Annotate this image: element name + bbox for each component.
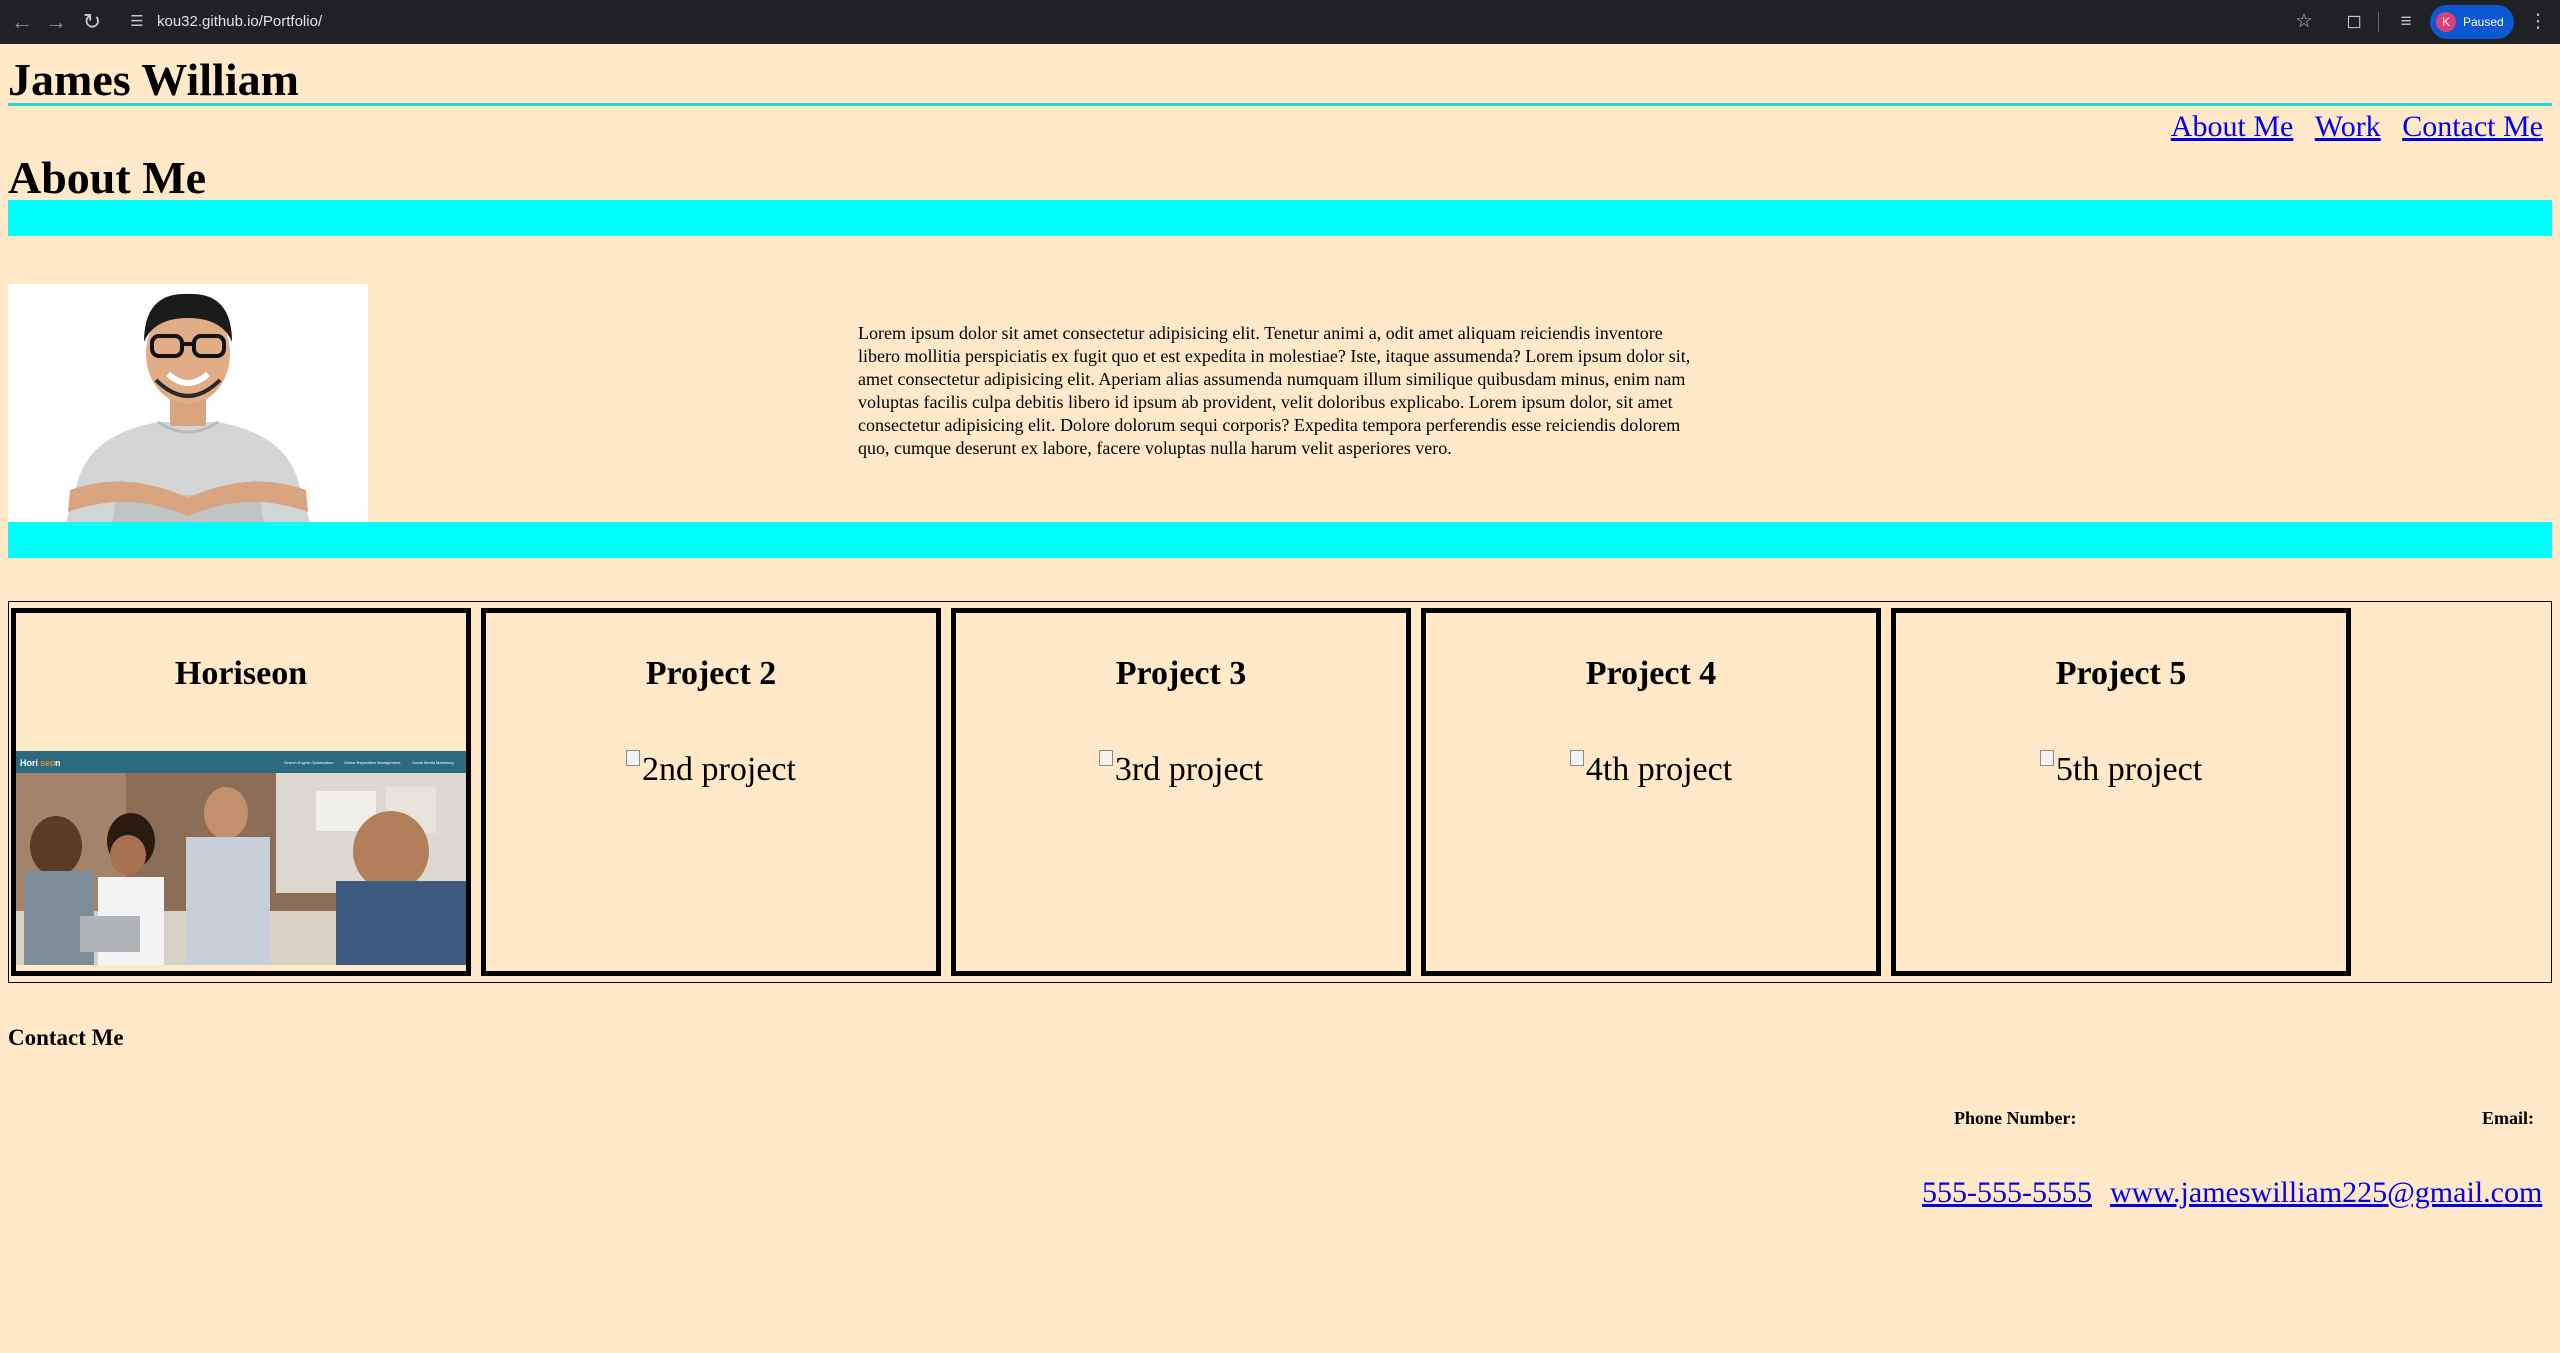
phone-link[interactable]: 555-555-5555 — [1922, 1172, 2092, 1214]
toolbar-divider — [2378, 12, 2379, 32]
nav-link-work[interactable]: Work — [2315, 110, 2381, 143]
project-image-broken[interactable]: 3rd project — [956, 749, 1406, 791]
broken-image-icon — [1569, 750, 1584, 766]
contact-heading: Contact Me — [8, 1025, 124, 1050]
horiseon-logo-b: seo — [40, 758, 56, 768]
tab-search-icon[interactable]: ≡ — [2392, 8, 2420, 36]
email-link[interactable]: www.jameswilliam225@gmail.com — [2110, 1172, 2542, 1214]
horiseon-nav-smm: Social Media Marketing — [412, 760, 454, 765]
back-arrow-icon[interactable]: ← — [8, 8, 36, 36]
horiseon-logo-a: Hori — [20, 758, 38, 768]
extensions-icon[interactable]: ◻ — [2340, 8, 2368, 36]
project-image-broken[interactable]: 2nd project — [486, 749, 936, 791]
project-image-alt: 4th project — [1585, 751, 1733, 788]
projects-grid: Horiseon Hori seo n Search Engine Optimi… — [8, 601, 2552, 983]
profile-photo — [8, 284, 368, 522]
about-accent-bar — [8, 200, 2552, 236]
horiseon-screenshot[interactable]: Hori seo n Search Engine Optimization On… — [16, 751, 466, 965]
nav-link-contact[interactable]: Contact Me — [2402, 110, 2543, 143]
project-image-alt: 3rd project — [1114, 751, 1264, 788]
site-info-icon[interactable]: ☰ — [126, 11, 148, 33]
project-image-alt: 5th project — [2055, 751, 2203, 788]
forward-arrow-icon[interactable]: → — [42, 8, 70, 36]
project-card-horiseon[interactable]: Horiseon Hori seo n Search Engine Optimi… — [11, 608, 471, 976]
about-heading: About Me — [8, 152, 207, 203]
browser-toolbar: ← → ↻ ☰ kou32.github.io/Portfolio/ ☆ ◻ ≡… — [0, 0, 2560, 44]
project-title: Project 3 — [1115, 655, 1247, 692]
project-card-5[interactable]: Project 5 5th project — [1891, 608, 2351, 976]
project-image-broken[interactable]: 4th project — [1426, 749, 1876, 791]
phone-label: Phone Number: — [1954, 1108, 2077, 1128]
project-image-alt: 2nd project — [642, 751, 796, 788]
project-title: Project 4 — [1585, 655, 1717, 692]
about-bio: Lorem ipsum dolor sit amet consectetur a… — [858, 323, 1691, 458]
project-title: Horiseon — [174, 655, 308, 692]
menu-kebab-icon[interactable]: ⋮ — [2524, 8, 2552, 36]
bookmark-star-icon[interactable]: ☆ — [2290, 8, 2318, 36]
project-title: Project 5 — [2055, 655, 2187, 692]
project-card-4[interactable]: Project 4 4th project — [1421, 608, 1881, 976]
broken-image-icon — [1098, 750, 1113, 766]
project-card-2[interactable]: Project 2 2nd project — [481, 608, 941, 976]
site-title: James William — [8, 54, 299, 105]
work-accent-bar — [8, 522, 2552, 558]
project-image-broken[interactable]: 5th project — [1896, 749, 2346, 791]
profile-button[interactable]: K Paused — [2430, 5, 2514, 39]
address-bar[interactable]: kou32.github.io/Portfolio/ — [157, 11, 322, 33]
broken-image-icon — [626, 750, 641, 766]
horiseon-nav-orm: Online Reputation Management — [344, 760, 401, 765]
profile-avatar: K — [2436, 12, 2456, 32]
horiseon-logo-c: n — [55, 758, 61, 768]
portfolio-page: James William About Me Work Contact Me A… — [0, 44, 2560, 1353]
profile-status: Paused — [2463, 15, 2504, 29]
main-nav: About Me Work Contact Me — [2157, 106, 2543, 148]
project-card-3[interactable]: Project 3 3rd project — [951, 608, 1411, 976]
nav-link-about[interactable]: About Me — [2171, 110, 2294, 143]
horiseon-nav-seo: Search Engine Optimization — [284, 760, 334, 765]
project-title: Project 2 — [645, 655, 777, 692]
email-label: Email: — [2482, 1108, 2534, 1128]
reload-icon[interactable]: ↻ — [78, 8, 106, 36]
broken-image-icon — [2039, 750, 2054, 766]
